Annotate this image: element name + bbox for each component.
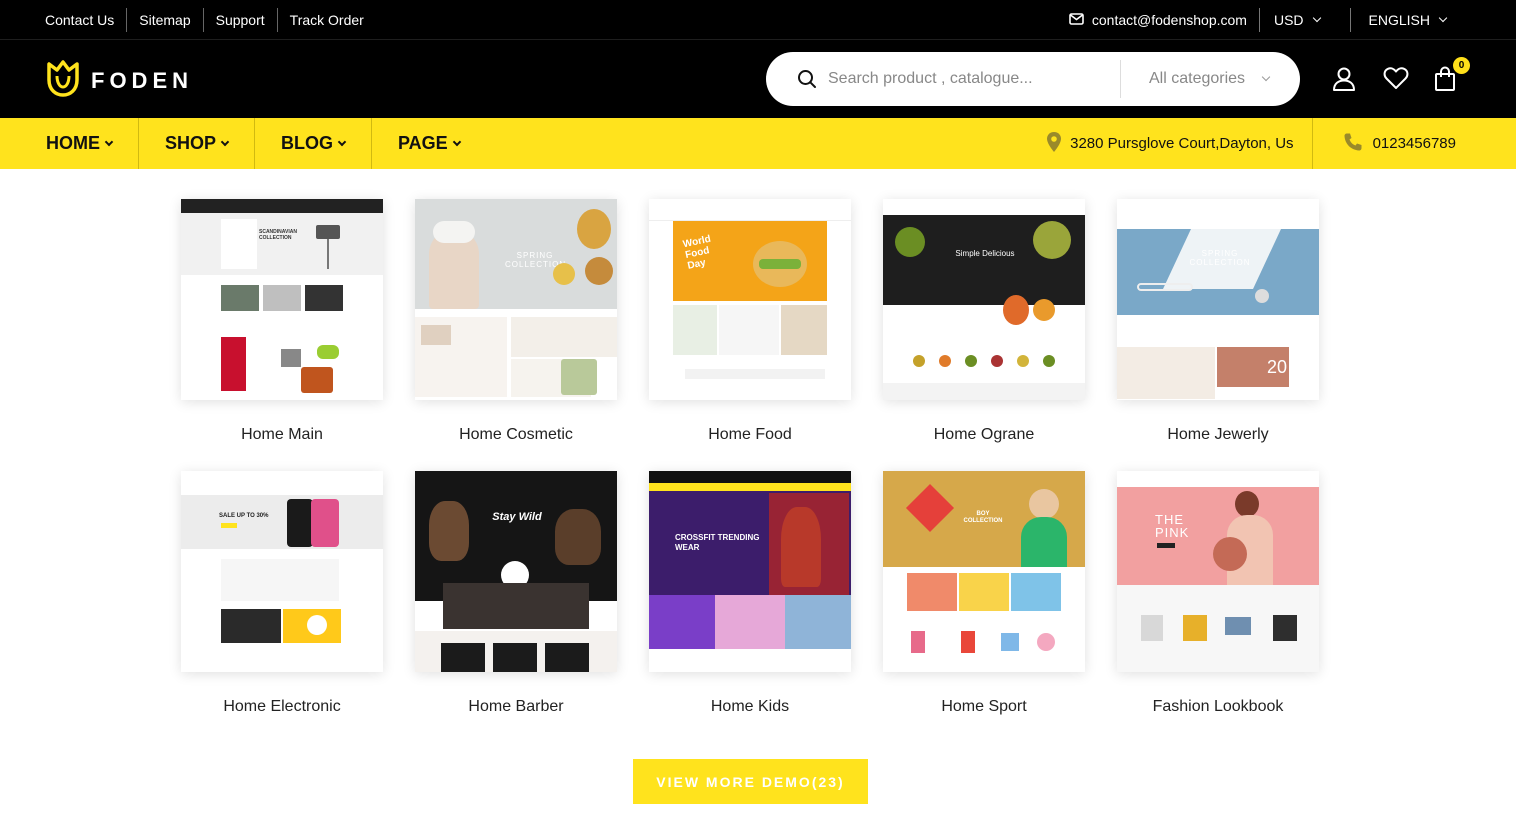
demo-label[interactable]: Home Kids bbox=[649, 698, 851, 716]
demo-thumbnail[interactable]: SCANDINAVIAN COLLECTION bbox=[181, 199, 383, 400]
demo-label[interactable]: Home Food bbox=[649, 426, 851, 444]
nav-item-label: HOME bbox=[46, 133, 100, 153]
user-icon[interactable] bbox=[1332, 66, 1356, 92]
demo-thumbnail[interactable]: Stay Wild bbox=[415, 471, 617, 672]
heart-icon[interactable] bbox=[1383, 66, 1409, 92]
demo-label[interactable]: Home Main bbox=[181, 426, 383, 444]
chevron-down-icon bbox=[1261, 72, 1271, 82]
nav-item-label: BLOG bbox=[281, 133, 334, 153]
demo-card-home-barber[interactable]: Stay Wild Home Barber bbox=[415, 471, 617, 715]
thumb-badge: 20 bbox=[1267, 357, 1288, 377]
cart-icon[interactable]: 0 bbox=[1434, 57, 1470, 92]
logo-text: FODEN bbox=[91, 67, 193, 93]
address-text: 3280 Pursglove Court,Dayton, Us bbox=[1070, 135, 1294, 152]
demo-thumbnail[interactable]: SALE UP TO 30% bbox=[181, 471, 383, 672]
header-icons: 0 bbox=[1332, 57, 1470, 92]
nav-item-label: PAGE bbox=[398, 133, 448, 153]
thumb-heading: THE PINK bbox=[1155, 512, 1190, 540]
chevron-down-icon bbox=[337, 137, 347, 147]
demo-label[interactable]: Home Electronic bbox=[181, 698, 383, 716]
location-pin-icon bbox=[1046, 131, 1062, 157]
search-input[interactable] bbox=[828, 70, 1108, 88]
demo-card-fashion-lookbook[interactable]: THE PINK Fashion Lookbook bbox=[1117, 471, 1319, 715]
demo-label[interactable]: Home Jewerly bbox=[1117, 426, 1319, 444]
thumb-heading: Simple Delicious bbox=[955, 249, 1015, 258]
sitemap-link[interactable]: Sitemap bbox=[126, 8, 202, 32]
demo-card-home-main[interactable]: SCANDINAVIAN COLLECTION Home Main bbox=[181, 199, 383, 443]
cart-count-badge: 0 bbox=[1453, 57, 1470, 74]
thumb-heading: CROSSFIT TRENDING WEAR bbox=[675, 533, 760, 552]
thumb-heading: SPRING COLLECTION bbox=[1189, 249, 1251, 267]
email-contact[interactable]: contact@fodenshop.com bbox=[1069, 12, 1259, 28]
logo[interactable]: FODEN bbox=[45, 58, 193, 103]
store-address: 3280 Pursglove Court,Dayton, Us bbox=[1046, 131, 1311, 157]
tulip-logo-icon bbox=[45, 58, 81, 103]
demo-thumbnail[interactable]: Simple Delicious bbox=[883, 199, 1085, 400]
mail-icon bbox=[1069, 12, 1084, 28]
demo-card-home-electronic[interactable]: SALE UP TO 30% Home Electronic bbox=[181, 471, 383, 715]
demo-card-home-kids[interactable]: CROSSFIT TRENDING WEAR Home Kids bbox=[649, 471, 851, 715]
language-value: ENGLISH bbox=[1368, 12, 1430, 28]
currency-select[interactable]: USD bbox=[1260, 12, 1350, 28]
demo-thumbnail[interactable]: SPRING COLLECTION 20 bbox=[1117, 199, 1319, 400]
chevron-down-icon bbox=[104, 137, 114, 147]
demo-thumbnail[interactable]: BOY COLLECTION bbox=[883, 471, 1085, 672]
store-phone[interactable]: 0123456789 bbox=[1313, 132, 1456, 156]
demo-label[interactable]: Home Cosmetic bbox=[415, 426, 617, 444]
thumb-heading: SALE UP TO 30% bbox=[219, 513, 269, 519]
nav-contact-info: 3280 Pursglove Court,Dayton, Us 01234567… bbox=[1046, 118, 1456, 169]
category-select[interactable]: All categories bbox=[1149, 70, 1271, 88]
main-nav: HOME SHOP BLOG PAGE 3280 Pursglove Court… bbox=[0, 118, 1516, 169]
top-links: Contact Us Sitemap Support Track Order bbox=[45, 0, 376, 40]
top-right: contact@fodenshop.com USD ENGLISH bbox=[1069, 0, 1448, 40]
demo-card-home-food[interactable]: World Food Day Home Food bbox=[649, 199, 851, 443]
chevron-down-icon bbox=[452, 137, 461, 147]
email-text: contact@fodenshop.com bbox=[1091, 12, 1247, 28]
demo-thumbnail[interactable]: THE PINK bbox=[1117, 471, 1319, 672]
main-header: FODEN All categories 0 bbox=[0, 40, 1516, 118]
nav-menu: HOME SHOP BLOG PAGE bbox=[20, 118, 486, 169]
thumb-heading: SCANDINAVIAN COLLECTION bbox=[259, 229, 297, 241]
chevron-down-icon bbox=[220, 137, 230, 147]
demo-label[interactable]: Home Ograne bbox=[883, 426, 1085, 444]
thumb-heading: Stay Wild bbox=[492, 511, 542, 523]
nav-item-home[interactable]: HOME bbox=[20, 118, 139, 169]
track-order-link[interactable]: Track Order bbox=[276, 8, 376, 32]
demo-thumbnail[interactable]: CROSSFIT TRENDING WEAR bbox=[649, 471, 851, 672]
category-value: All categories bbox=[1149, 70, 1246, 87]
chevron-down-icon bbox=[1312, 13, 1321, 23]
divider bbox=[1120, 60, 1121, 98]
language-select[interactable]: ENGLISH bbox=[1351, 12, 1448, 28]
demo-card-home-organic[interactable]: Simple Delicious Home Ograne bbox=[883, 199, 1085, 443]
demo-thumbnail[interactable]: World Food Day bbox=[649, 199, 851, 400]
nav-item-shop[interactable]: SHOP bbox=[139, 118, 256, 169]
search-icon[interactable] bbox=[796, 68, 818, 90]
nav-item-label: SHOP bbox=[165, 133, 217, 153]
currency-value: USD bbox=[1273, 12, 1304, 28]
search-bar: All categories bbox=[766, 52, 1300, 106]
support-link[interactable]: Support bbox=[202, 8, 277, 32]
nav-item-page[interactable]: PAGE bbox=[372, 118, 486, 169]
demo-card-home-sport[interactable]: BOY COLLECTION Home Sport bbox=[883, 471, 1085, 715]
demo-thumbnail[interactable]: SPRING COLLECTION bbox=[415, 199, 617, 400]
demo-label[interactable]: Home Sport bbox=[883, 698, 1085, 716]
demo-card-home-cosmetic[interactable]: SPRING COLLECTION Home Cosmetic bbox=[415, 199, 617, 443]
demo-card-home-jewelry[interactable]: SPRING COLLECTION 20 Home Jewerly bbox=[1117, 199, 1319, 443]
phone-icon bbox=[1343, 132, 1363, 156]
chevron-down-icon bbox=[1438, 13, 1448, 23]
phone-text: 0123456789 bbox=[1372, 135, 1456, 152]
contact-us-link[interactable]: Contact Us bbox=[45, 8, 126, 32]
top-bar: Contact Us Sitemap Support Track Order c… bbox=[0, 0, 1516, 40]
thumb-heading: BOY COLLECTION bbox=[963, 511, 1003, 524]
demo-label[interactable]: Home Barber bbox=[415, 698, 617, 716]
nav-item-blog[interactable]: BLOG bbox=[255, 118, 373, 169]
view-more-demo-button[interactable]: VIEW MORE DEMO(23) bbox=[633, 759, 868, 804]
demo-label[interactable]: Fashion Lookbook bbox=[1117, 698, 1319, 716]
